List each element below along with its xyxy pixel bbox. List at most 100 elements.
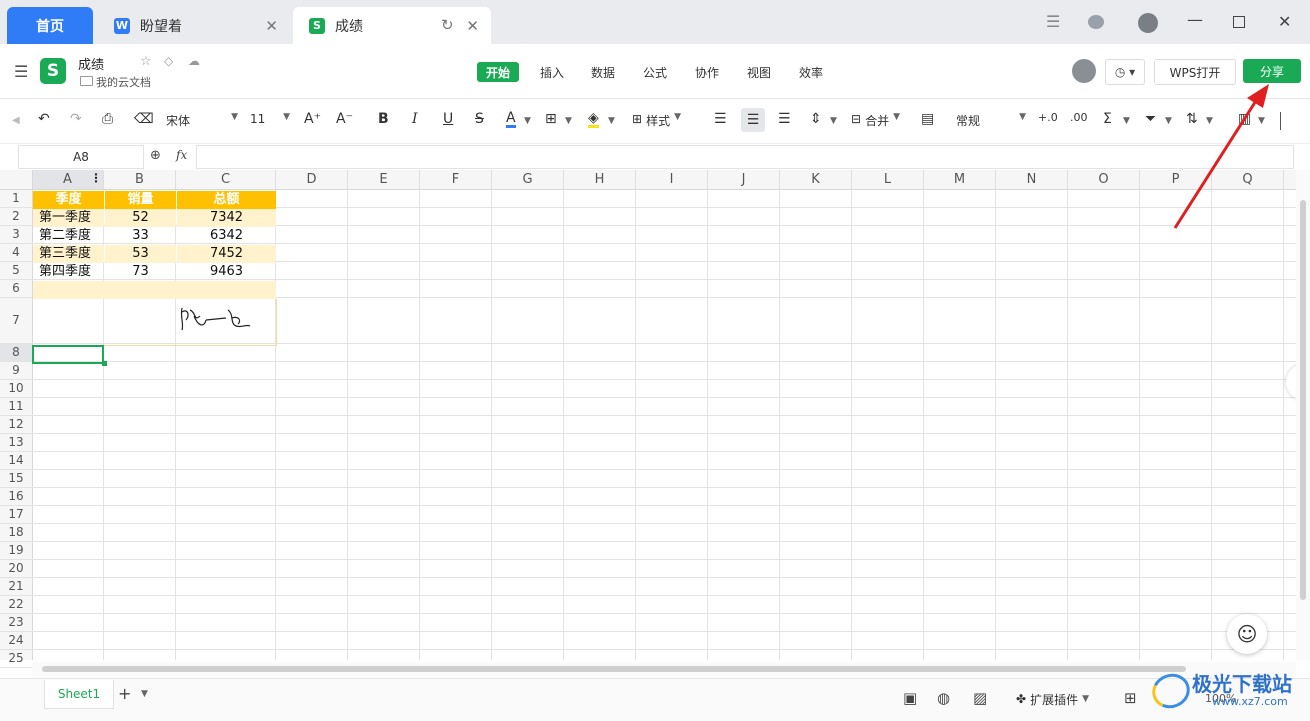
- undo-icon[interactable]: ↶: [38, 111, 50, 127]
- horizontal-scrollbar[interactable]: [32, 662, 1296, 676]
- row-header-18[interactable]: 18: [0, 524, 32, 542]
- chevron-down-icon[interactable]: ▼: [608, 116, 615, 126]
- history-button[interactable]: ◷ ▾: [1105, 59, 1145, 85]
- cloud-icon[interactable]: ☁: [188, 54, 200, 68]
- fill-handle[interactable]: [102, 361, 107, 366]
- row-header-19[interactable]: 19: [0, 542, 32, 560]
- column-header-e[interactable]: E: [348, 170, 420, 189]
- row-header-8[interactable]: 8: [0, 344, 32, 362]
- cell-b2[interactable]: 52: [105, 209, 176, 227]
- assistant-icon[interactable]: ☺: [1227, 614, 1267, 654]
- cell-b5[interactable]: 73: [105, 263, 176, 281]
- web-publish-icon[interactable]: ◍: [937, 689, 950, 707]
- share-button[interactable]: 分享: [1243, 59, 1301, 83]
- column-header-d[interactable]: D: [276, 170, 348, 189]
- doc-location[interactable]: 我的云文档: [96, 74, 151, 90]
- redo-icon[interactable]: ↷: [70, 111, 82, 127]
- column-header-h[interactable]: H: [564, 170, 636, 189]
- row-header-3[interactable]: 3: [0, 226, 32, 244]
- chevron-down-icon[interactable]: ▼: [141, 689, 148, 699]
- row-header-16[interactable]: 16: [0, 488, 32, 506]
- column-header-n[interactable]: N: [996, 170, 1068, 189]
- row-header-12[interactable]: 12: [0, 416, 32, 434]
- zoom-lookup-icon[interactable]: ⊕: [150, 148, 161, 163]
- column-header-i[interactable]: I: [636, 170, 708, 189]
- cell-a3[interactable]: 第二季度: [33, 227, 104, 245]
- chat-icon[interactable]: [1088, 15, 1104, 29]
- cell-style-button[interactable]: ⊞ 样式 ▼: [632, 112, 690, 130]
- row-header-14[interactable]: 14: [0, 452, 32, 470]
- vertical-scroll-thumb[interactable]: [1300, 200, 1306, 600]
- row-header-21[interactable]: 21: [0, 578, 32, 596]
- vertical-align-icon[interactable]: ⇕: [810, 111, 822, 127]
- plugins-button[interactable]: ✤ 扩展插件 ▼: [1016, 690, 1106, 708]
- cell-c5[interactable]: 9463: [177, 263, 276, 281]
- menu-formula[interactable]: 公式: [634, 62, 676, 82]
- font-color-button[interactable]: A: [506, 111, 516, 128]
- view-mode-icon[interactable]: ⊞: [1124, 689, 1137, 707]
- eraser-icon[interactable]: ⌫: [134, 111, 154, 127]
- menu-efficiency[interactable]: 效率: [790, 62, 832, 82]
- sum-icon[interactable]: Σ: [1103, 111, 1112, 127]
- increase-font-icon[interactable]: A⁺: [304, 111, 321, 127]
- menu-insert[interactable]: 插入: [531, 62, 573, 82]
- tab-doc-pwangzhe[interactable]: W 盼望着 ✕: [98, 7, 290, 44]
- borders-icon[interactable]: ⊞: [545, 111, 557, 127]
- row-header-17[interactable]: 17: [0, 506, 32, 524]
- scroll-left-icon[interactable]: ◀: [12, 115, 20, 126]
- tab-home[interactable]: 首页: [7, 7, 93, 44]
- menu-data[interactable]: 数据: [582, 62, 624, 82]
- row-header-1[interactable]: 1: [0, 190, 32, 208]
- row-header-24[interactable]: 24: [0, 632, 32, 650]
- font-name-select[interactable]: 宋体 ▼: [166, 112, 238, 130]
- cell-b3[interactable]: 33: [105, 227, 176, 245]
- doc-title[interactable]: 成绩: [78, 54, 104, 73]
- row-header-7[interactable]: 7: [0, 298, 32, 344]
- window-close-icon[interactable]: ✕: [1278, 12, 1291, 31]
- decrease-decimal-icon[interactable]: .00: [1070, 111, 1088, 124]
- column-header-l[interactable]: L: [852, 170, 924, 189]
- collaborator-avatar[interactable]: [1072, 59, 1096, 83]
- column-header-j[interactable]: J: [708, 170, 780, 189]
- underline-button[interactable]: U: [443, 111, 453, 127]
- row-header-6[interactable]: 6: [0, 280, 32, 298]
- maximize-icon[interactable]: [1233, 16, 1245, 28]
- decrease-font-icon[interactable]: A⁻: [336, 111, 353, 127]
- signature-image[interactable]: [176, 302, 262, 334]
- hamburger-icon[interactable]: ☰: [14, 62, 28, 81]
- increase-decimal-icon[interactable]: +.0: [1038, 111, 1058, 124]
- row-header-11[interactable]: 11: [0, 398, 32, 416]
- banded-row-6[interactable]: [33, 281, 276, 299]
- column-header-g[interactable]: G: [492, 170, 564, 189]
- cell-c3[interactable]: 6342: [177, 227, 276, 245]
- selected-cell-a8[interactable]: [32, 345, 104, 364]
- number-format-select[interactable]: 常规 ▼: [956, 112, 1026, 130]
- list-icon[interactable]: ☰: [1046, 12, 1060, 31]
- add-sheet-button[interactable]: +: [118, 684, 131, 703]
- star-icon[interactable]: ☆: [140, 54, 152, 69]
- fill-color-icon[interactable]: ◈: [588, 111, 599, 128]
- row-header-13[interactable]: 13: [0, 434, 32, 452]
- header-cell-sales[interactable]: 销量: [105, 191, 176, 209]
- merge-button[interactable]: ⊟ 合并 ▼: [851, 112, 909, 130]
- cell-a2[interactable]: 第一季度: [33, 209, 104, 227]
- cell-a4[interactable]: 第三季度: [33, 245, 104, 263]
- minimize-icon[interactable]: —: [1187, 10, 1203, 29]
- name-box[interactable]: A8: [18, 145, 144, 169]
- screenshot-icon[interactable]: ▨: [973, 689, 987, 707]
- formula-input[interactable]: [196, 145, 1294, 169]
- row-header-20[interactable]: 20: [0, 560, 32, 578]
- row-header-5[interactable]: 5: [0, 262, 32, 280]
- cell-a5[interactable]: 第四季度: [33, 263, 104, 281]
- chevron-down-icon[interactable]: ▼: [1123, 116, 1130, 126]
- row-header-4[interactable]: 4: [0, 244, 32, 262]
- column-menu-icon[interactable]: ⋮: [90, 171, 102, 185]
- format-painter-icon[interactable]: ⎙: [102, 111, 113, 127]
- cell-b4[interactable]: 53: [105, 245, 176, 263]
- header-cell-total[interactable]: 总额: [177, 191, 276, 209]
- row-header-10[interactable]: 10: [0, 380, 32, 398]
- chevron-down-icon[interactable]: ▼: [830, 116, 837, 126]
- column-header-f[interactable]: F: [420, 170, 492, 189]
- filter-icon[interactable]: ⏷: [1145, 111, 1156, 127]
- menu-collab[interactable]: 协作: [686, 62, 728, 82]
